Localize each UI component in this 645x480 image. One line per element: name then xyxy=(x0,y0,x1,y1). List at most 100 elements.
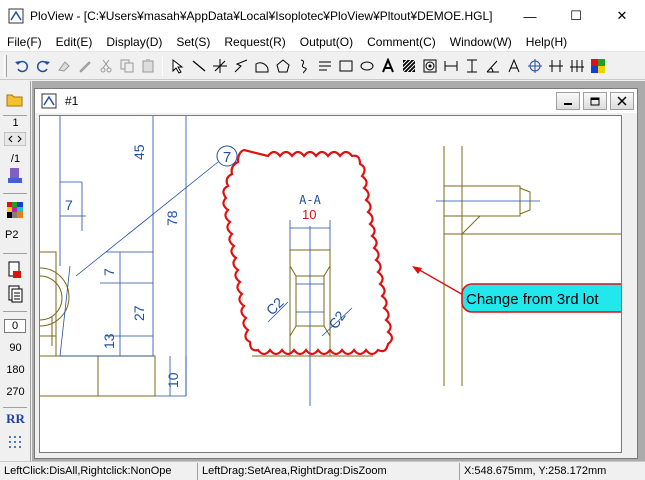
rectangle-tool-icon[interactable] xyxy=(335,55,356,77)
callout-leader xyxy=(415,267,466,297)
vertical-scrollbar[interactable] xyxy=(624,115,636,453)
color-grid-icon[interactable] xyxy=(4,199,26,221)
toolbar-separator xyxy=(162,55,163,76)
dim-7-side: 7 xyxy=(101,268,117,276)
polygon-tool-icon[interactable] xyxy=(272,55,293,77)
status-bar: LeftClick:DisAll,Rightclick:NonOpe LeftD… xyxy=(0,461,645,480)
dim-78: 78 xyxy=(164,210,180,226)
line-tool-icon[interactable] xyxy=(188,55,209,77)
target-tool-icon[interactable] xyxy=(524,55,545,77)
revision-mark: 10 xyxy=(302,207,316,222)
menu-request[interactable]: Request(R) xyxy=(217,32,292,52)
text-tool-icon[interactable] xyxy=(377,55,398,77)
left-part-geometry xyxy=(40,251,156,397)
menu-file[interactable]: File(F) xyxy=(0,32,49,52)
chamfer-c2-right: C2 xyxy=(325,308,348,332)
menu-help[interactable]: Help(H) xyxy=(519,32,574,52)
pen-icon[interactable] xyxy=(74,55,95,77)
left-tool-strip: 1 /1 P2 0 90 180 270 RR xyxy=(0,81,31,461)
polyline-tool-icon[interactable] xyxy=(230,55,251,77)
separator xyxy=(3,253,27,254)
page-number: 1 xyxy=(12,117,19,129)
cut-icon[interactable] xyxy=(95,55,116,77)
status-mouse-hint: LeftClick:DisAll,Rightclick:NonOpe xyxy=(0,462,198,480)
child-window-title: #1 xyxy=(65,94,79,108)
minimize-button[interactable]: — xyxy=(507,0,553,32)
drawing-canvas[interactable]: 7 45 78 7 7 27 13 10 A-A 10 C2 C2 Change… xyxy=(39,115,622,453)
callout-text: Change from 3rd lot xyxy=(466,291,599,308)
status-drag-hint: LeftDrag:SetArea,RightDrag:DisZoom xyxy=(198,462,460,480)
separator xyxy=(3,311,27,312)
menu-comment[interactable]: Comment(C) xyxy=(360,32,443,52)
chamfer-c2-left: C2 xyxy=(263,294,287,318)
status-coordinates: X:548.675mm, Y:258.172mm xyxy=(464,464,607,477)
dim-10: 10 xyxy=(165,372,181,388)
menu-display[interactable]: Display(D) xyxy=(99,32,169,52)
rotate-180-button[interactable]: 180 xyxy=(0,364,31,376)
menu-bar: File(F) Edit(E) Display(D) Set(S) Reques… xyxy=(0,32,645,52)
dim-7-top: 7 xyxy=(65,197,73,213)
redo-icon[interactable] xyxy=(32,55,53,77)
ploview-app-icon xyxy=(8,8,24,24)
ellipse-tool-icon[interactable] xyxy=(356,55,377,77)
close-button[interactable]: ✕ xyxy=(599,0,645,32)
open-folder-icon[interactable] xyxy=(4,89,26,111)
rotate-270-button[interactable]: 270 xyxy=(0,386,31,398)
eraser-icon[interactable] xyxy=(53,55,74,77)
child-close-button[interactable] xyxy=(610,92,634,110)
menu-edit[interactable]: Edit(E) xyxy=(49,32,100,52)
arc-tool-icon[interactable] xyxy=(251,55,272,77)
child-title-bar: #1 xyxy=(35,89,637,113)
menu-window[interactable]: Window(W) xyxy=(443,32,519,52)
undo-icon[interactable] xyxy=(11,55,32,77)
menu-output[interactable]: Output(O) xyxy=(293,32,360,52)
spline-tool-icon[interactable] xyxy=(293,55,314,77)
select-arrow-icon[interactable] xyxy=(167,55,188,77)
color-palette-icon[interactable] xyxy=(587,55,608,77)
maximize-button[interactable]: ☐ xyxy=(553,0,599,32)
angle-dim-tool-icon[interactable] xyxy=(482,55,503,77)
cad-drawing: 7 45 78 7 7 27 13 10 A-A 10 C2 C2 Change… xyxy=(40,116,621,406)
document-stack-icon[interactable] xyxy=(4,283,26,305)
hdim-tool-icon[interactable] xyxy=(440,55,461,77)
toolbar-grip[interactable] xyxy=(4,54,7,77)
page-nav-arrows[interactable] xyxy=(4,131,26,147)
window-title: PloView - [C:¥Users¥masah¥AppData¥Local¥… xyxy=(30,9,493,23)
copy-icon[interactable] xyxy=(116,55,137,77)
menu-set[interactable]: Set(S) xyxy=(169,32,217,52)
drawing-toolbar xyxy=(0,52,645,80)
crossline-tool-icon[interactable] xyxy=(209,55,230,77)
dim-13: 13 xyxy=(101,333,117,349)
rotate-90-button[interactable]: 90 xyxy=(0,342,31,354)
page-ratio: /1 xyxy=(10,153,21,165)
separator xyxy=(3,193,27,194)
mdi-client-area: #1 7 45 78 7 7 27 13 10 A-A 10 C2 C2 Cha… xyxy=(32,81,645,461)
grid-dots-icon[interactable] xyxy=(4,431,26,453)
right-part-geometry xyxy=(443,146,621,386)
document-red-icon[interactable] xyxy=(4,259,26,281)
leader-tool-icon[interactable] xyxy=(503,55,524,77)
paste-icon[interactable] xyxy=(137,55,158,77)
child-restore-button[interactable] xyxy=(583,92,607,110)
section-label: A-A xyxy=(299,193,321,207)
separator xyxy=(3,407,27,408)
callout-arrowhead xyxy=(412,266,422,274)
child-window-icon xyxy=(41,93,57,109)
dim-45: 45 xyxy=(131,144,147,160)
mirror-button[interactable]: RR xyxy=(0,411,31,427)
print-pen-icon[interactable] xyxy=(4,165,26,187)
parallel-dim-tool-icon[interactable] xyxy=(566,55,587,77)
dim-27: 27 xyxy=(131,305,147,321)
chain-dim-tool-icon[interactable] xyxy=(545,55,566,77)
center-mark-tool-icon[interactable] xyxy=(419,55,440,77)
hatch-tool-icon[interactable] xyxy=(398,55,419,77)
dimension-tool-icon[interactable] xyxy=(314,55,335,77)
vdim-tool-icon[interactable] xyxy=(461,55,482,77)
child-minimize-button[interactable] xyxy=(556,92,580,110)
title-bar: PloView - [C:¥Users¥masah¥AppData¥Local¥… xyxy=(0,0,645,32)
rotate-0-button[interactable]: 0 xyxy=(4,319,26,333)
separator xyxy=(3,115,27,116)
pen-selector[interactable]: P2 xyxy=(0,229,31,241)
balloon-number: 7 xyxy=(223,149,231,166)
revision-cloud xyxy=(222,148,394,356)
